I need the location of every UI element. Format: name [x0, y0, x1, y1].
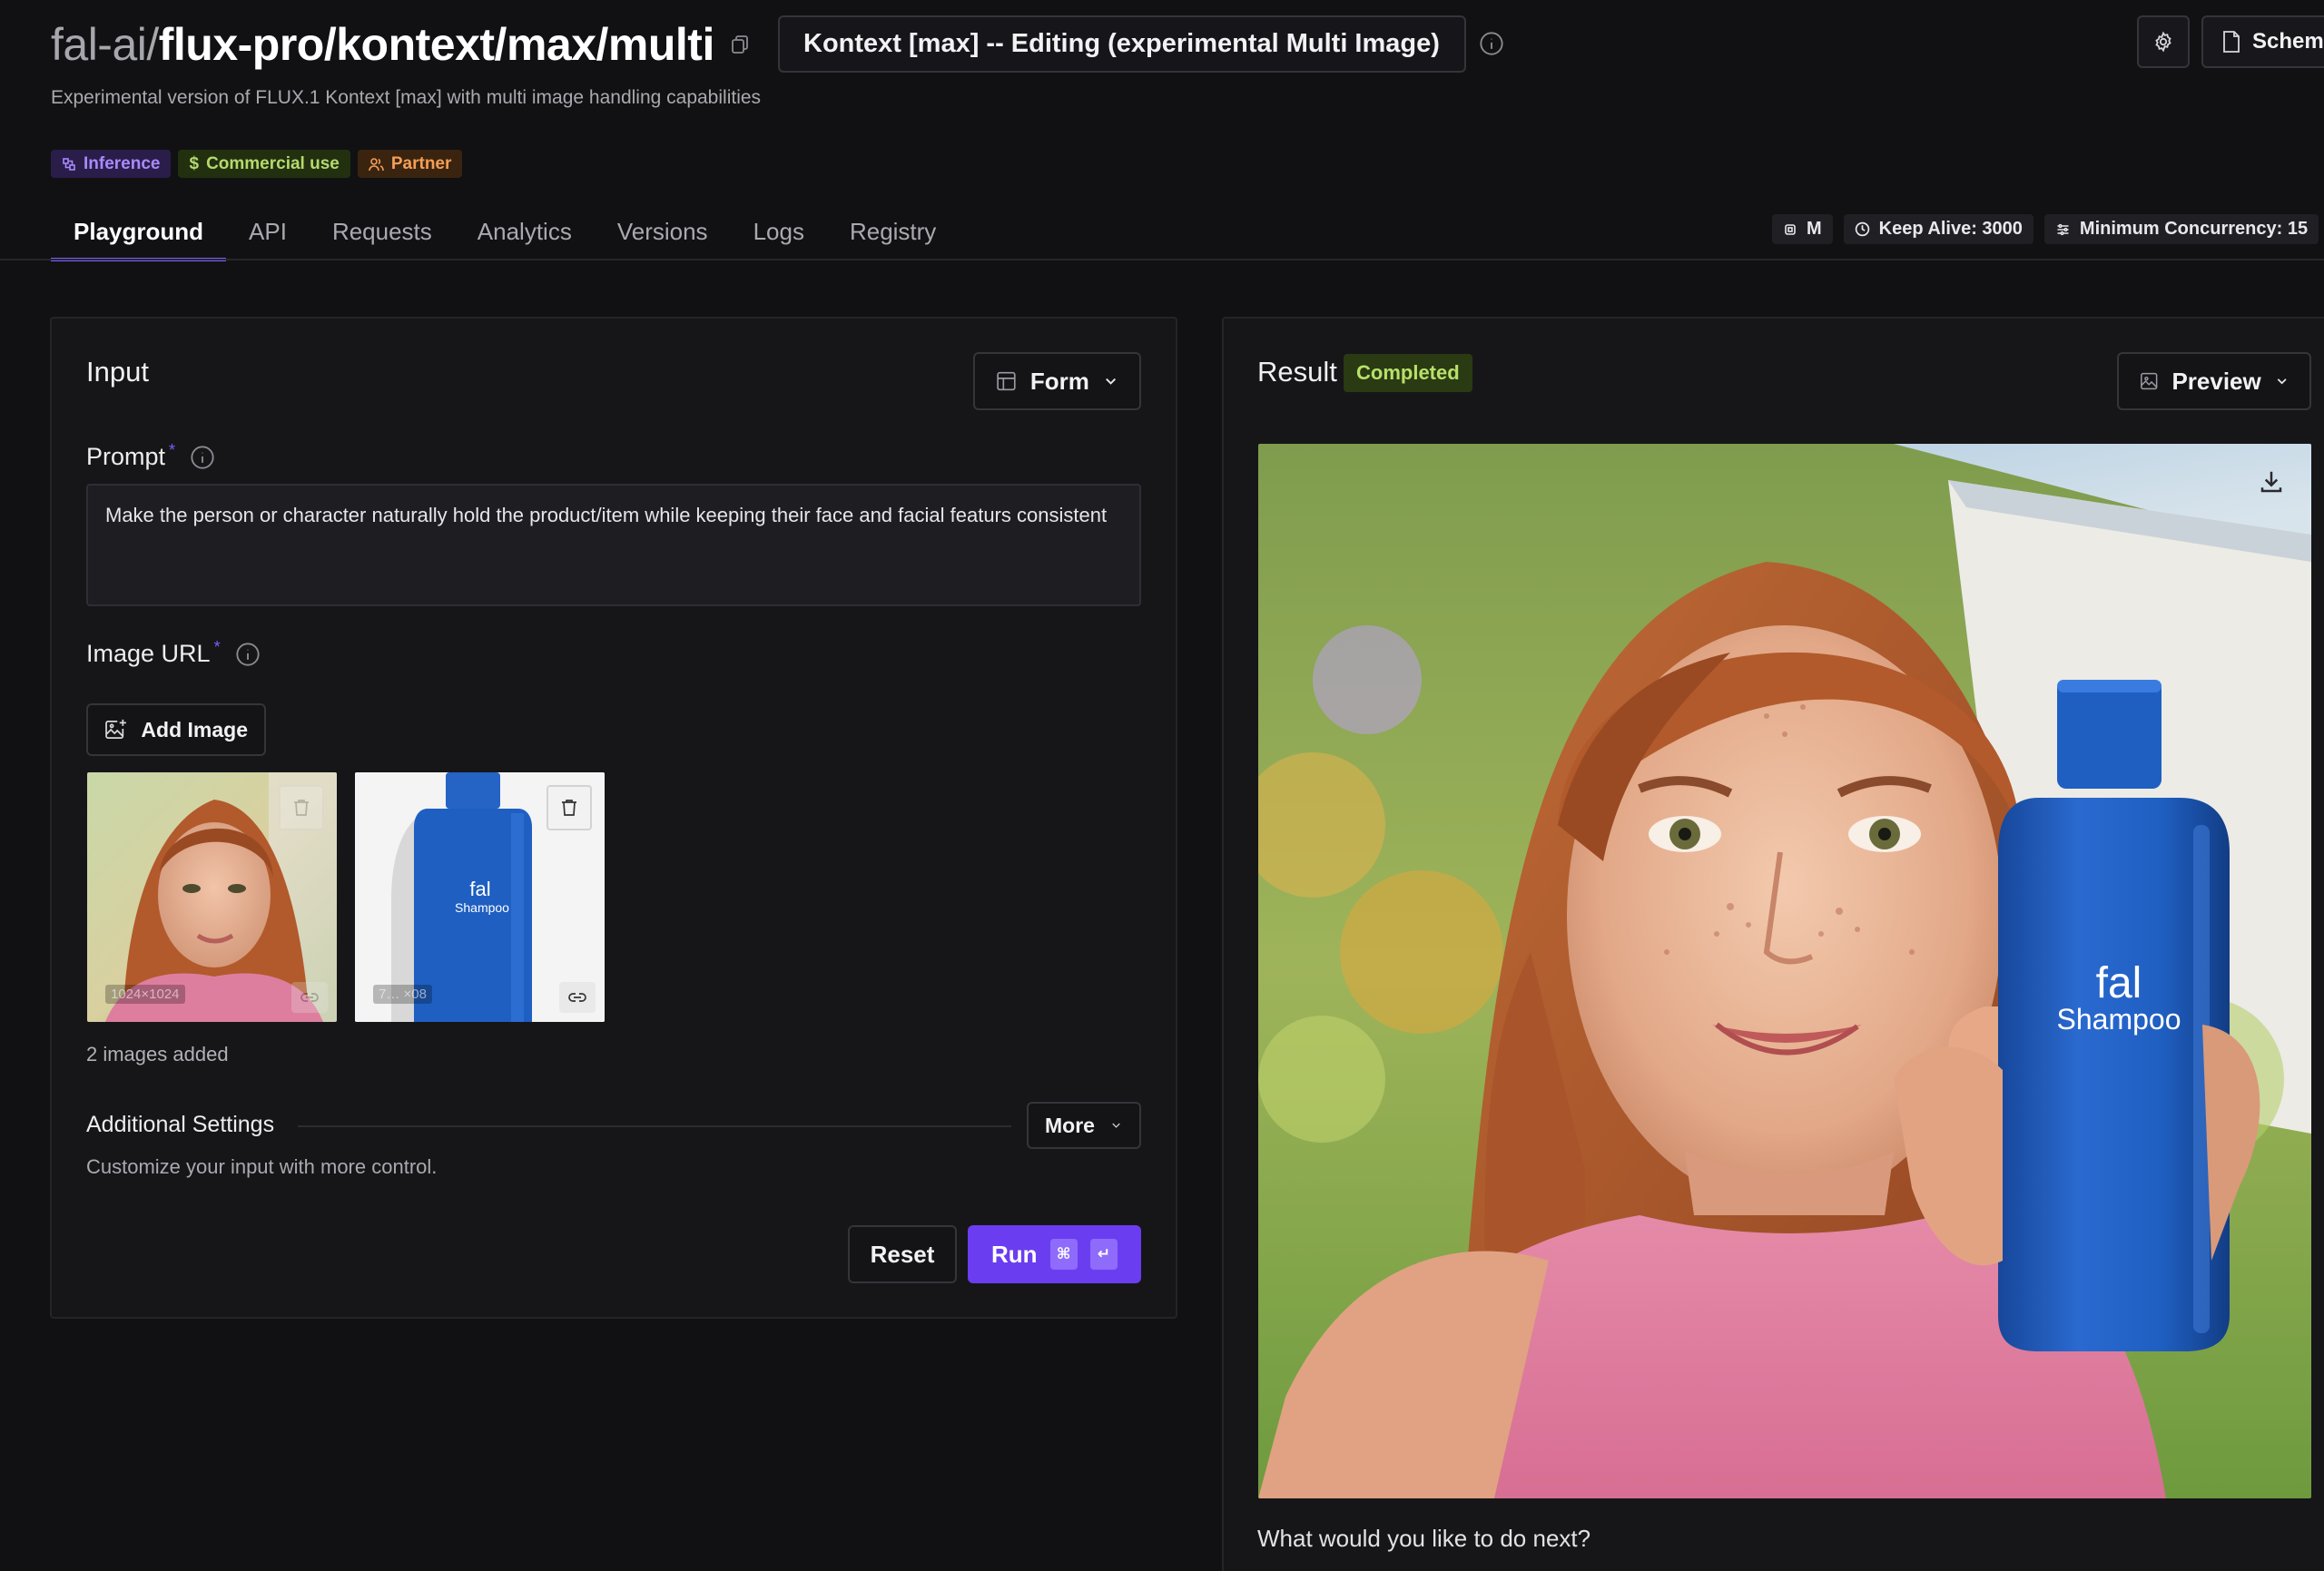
badge-partner: Partner: [357, 150, 463, 178]
layout-icon: [997, 371, 1016, 391]
product-name: Shampoo: [2057, 1003, 2181, 1036]
result-title: Result: [1257, 356, 1337, 388]
keep-alive-chip[interactable]: Keep Alive: 3000: [1843, 214, 2034, 244]
preview-label: Preview: [2171, 367, 2261, 395]
tab-playground[interactable]: Playground: [51, 201, 227, 261]
model-description: Experimental version of FLUX.1 Kontext […: [51, 87, 762, 108]
variant-select-label: Kontext [max] -- Editing (experimental M…: [803, 29, 1440, 58]
run-button[interactable]: Run ⌘ ↵: [968, 1225, 1141, 1283]
tab-api[interactable]: API: [226, 201, 310, 261]
status-badge: Completed: [1344, 354, 1472, 392]
copy-icon[interactable]: [726, 31, 753, 58]
sliders-icon: [2057, 223, 2069, 235]
next-action-prompt: What would you like to do next?: [1257, 1525, 1591, 1552]
additional-settings-description: Customize your input with more control.: [86, 1155, 438, 1178]
tab-requests[interactable]: Requests: [310, 201, 455, 261]
chevron-down-icon: [1440, 34, 1441, 55]
image-thumbnail-portrait[interactable]: 1024×1024: [87, 772, 337, 1022]
additional-settings-title: Additional Settings: [86, 1112, 275, 1137]
more-button[interactable]: More: [1027, 1102, 1141, 1149]
more-label: More: [1045, 1113, 1095, 1137]
variant-select[interactable]: Kontext [max] -- Editing (experimental M…: [778, 15, 1466, 73]
info-icon[interactable]: [235, 642, 261, 667]
add-image-button[interactable]: Add Image: [86, 703, 266, 756]
schema-button[interactable]: Schema: [2201, 15, 2324, 68]
prompt-textarea[interactable]: Make the person or character naturally h…: [86, 484, 1141, 606]
run-label: Run: [991, 1240, 1038, 1268]
trash-icon: [294, 800, 309, 816]
product-name: Shampoo: [455, 900, 509, 915]
images-count: 2 images added: [86, 1043, 229, 1065]
schema-label: Schema: [2252, 29, 2324, 54]
reset-label: Reset: [870, 1240, 935, 1268]
model-namespace: fal-ai/: [51, 19, 159, 70]
add-image-label: Add Image: [141, 717, 248, 741]
deployment-chips: M Keep Alive: 3000 Minimum Concurrency: …: [1772, 214, 2319, 244]
form-mode-select[interactable]: Form: [973, 352, 1141, 410]
section-divider: [298, 1125, 1011, 1127]
image-dimensions: 7… ×08: [373, 985, 432, 1004]
input-title: Input: [86, 356, 149, 388]
required-mark: *: [169, 441, 176, 459]
required-mark: *: [213, 638, 221, 656]
dollar-icon: $: [189, 153, 200, 173]
settings-button[interactable]: [2137, 15, 2190, 68]
form-mode-label: Form: [1029, 367, 1089, 395]
model-badges: Inference $ Commercial use Partner: [51, 150, 463, 178]
image-url-label: Image URL *: [86, 638, 261, 668]
download-button[interactable]: [2253, 464, 2290, 500]
tab-versions[interactable]: Versions: [595, 201, 731, 261]
gear-icon: [2155, 31, 2171, 53]
image-icon: [2141, 372, 2158, 390]
result-image[interactable]: fal Shampoo: [1258, 444, 2311, 1498]
delete-image-button[interactable]: [547, 785, 592, 830]
chevron-down-icon: [2277, 378, 2287, 385]
info-icon[interactable]: [1478, 30, 1505, 57]
link-icon[interactable]: [291, 982, 328, 1013]
generated-image: fal Shampoo: [1258, 444, 2311, 1498]
reset-button[interactable]: Reset: [848, 1225, 957, 1283]
badge-inference: Inference: [51, 150, 172, 178]
tab-analytics[interactable]: Analytics: [455, 201, 595, 261]
inference-icon: [63, 157, 75, 171]
link-icon[interactable]: [559, 982, 596, 1013]
info-icon[interactable]: [190, 445, 215, 470]
users-icon: [369, 157, 384, 171]
image-dimensions: 1024×1024: [105, 985, 185, 1004]
preview-select[interactable]: Preview: [2117, 352, 2311, 410]
clock-icon: [1855, 221, 1869, 237]
tab-logs[interactable]: Logs: [731, 201, 827, 261]
badge-commercial-use: $ Commercial use: [178, 150, 350, 178]
machine-chip[interactable]: M: [1772, 214, 1833, 244]
product-brand: fal: [2096, 959, 2142, 1007]
page-title: fal-ai/flux-pro/kontext/max/multi: [51, 18, 714, 71]
command-key-icon: ⌘: [1049, 1239, 1078, 1270]
chevron-down-icon: [1105, 378, 1116, 385]
tabs-divider: [0, 259, 2324, 260]
document-icon: [2223, 31, 2240, 53]
image-thumbnail-product[interactable]: fal Shampoo 7… ×08: [355, 772, 605, 1022]
enter-key-icon: ↵: [1089, 1239, 1118, 1270]
chip-icon: [1785, 223, 1796, 235]
product-brand: fal: [469, 878, 490, 900]
tab-bar: Playground API Requests Analytics Versio…: [51, 201, 959, 261]
model-path: flux-pro/kontext/max/multi: [158, 19, 715, 70]
trash-icon: [562, 800, 576, 816]
delete-image-button[interactable]: [279, 785, 324, 830]
download-icon: [2260, 471, 2282, 493]
chevron-down-icon: [1112, 1123, 1120, 1128]
tab-registry[interactable]: Registry: [827, 201, 959, 261]
min-concurrency-chip[interactable]: Minimum Concurrency: 15: [2043, 214, 2319, 244]
image-plus-icon: [105, 719, 126, 740]
prompt-label: Prompt *: [86, 441, 215, 471]
